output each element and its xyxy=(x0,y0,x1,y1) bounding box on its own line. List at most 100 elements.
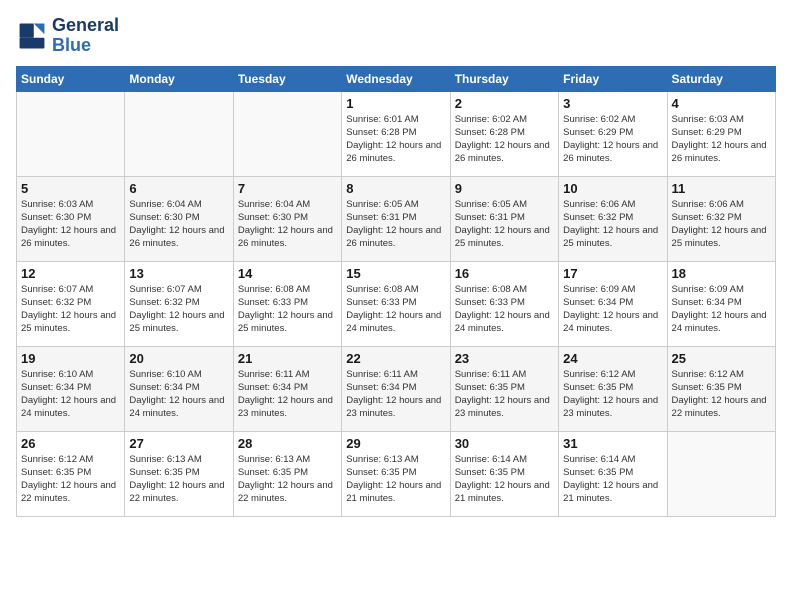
calendar-day-cell: 2 Sunrise: 6:02 AM Sunset: 6:28 PM Daylig… xyxy=(450,91,558,176)
day-number: 19 xyxy=(21,351,120,366)
day-number: 29 xyxy=(346,436,445,451)
day-info: Sunrise: 6:14 AM Sunset: 6:35 PM Dayligh… xyxy=(455,453,554,506)
calendar-day-cell xyxy=(667,431,775,516)
day-info: Sunrise: 6:13 AM Sunset: 6:35 PM Dayligh… xyxy=(238,453,337,506)
day-number: 7 xyxy=(238,181,337,196)
day-number: 1 xyxy=(346,96,445,111)
day-number: 17 xyxy=(563,266,662,281)
day-info: Sunrise: 6:11 AM Sunset: 6:34 PM Dayligh… xyxy=(346,368,445,421)
day-number: 25 xyxy=(672,351,771,366)
calendar-day-cell xyxy=(17,91,125,176)
day-info: Sunrise: 6:09 AM Sunset: 6:34 PM Dayligh… xyxy=(672,283,771,336)
day-info: Sunrise: 6:08 AM Sunset: 6:33 PM Dayligh… xyxy=(346,283,445,336)
day-of-week-header: Monday xyxy=(125,66,233,91)
day-number: 8 xyxy=(346,181,445,196)
day-of-week-header: Friday xyxy=(559,66,667,91)
calendar-day-cell: 20 Sunrise: 6:10 AM Sunset: 6:34 PM Dayli… xyxy=(125,346,233,431)
day-info: Sunrise: 6:01 AM Sunset: 6:28 PM Dayligh… xyxy=(346,113,445,166)
day-info: Sunrise: 6:06 AM Sunset: 6:32 PM Dayligh… xyxy=(672,198,771,251)
day-of-week-header: Sunday xyxy=(17,66,125,91)
day-number: 22 xyxy=(346,351,445,366)
day-info: Sunrise: 6:07 AM Sunset: 6:32 PM Dayligh… xyxy=(21,283,120,336)
day-number: 6 xyxy=(129,181,228,196)
day-number: 14 xyxy=(238,266,337,281)
day-info: Sunrise: 6:12 AM Sunset: 6:35 PM Dayligh… xyxy=(672,368,771,421)
day-of-week-header: Thursday xyxy=(450,66,558,91)
day-number: 28 xyxy=(238,436,337,451)
day-info: Sunrise: 6:03 AM Sunset: 6:30 PM Dayligh… xyxy=(21,198,120,251)
day-number: 24 xyxy=(563,351,662,366)
calendar-day-cell: 10 Sunrise: 6:06 AM Sunset: 6:32 PM Dayli… xyxy=(559,176,667,261)
calendar-day-cell: 31 Sunrise: 6:14 AM Sunset: 6:35 PM Dayli… xyxy=(559,431,667,516)
calendar-day-cell: 22 Sunrise: 6:11 AM Sunset: 6:34 PM Dayli… xyxy=(342,346,450,431)
calendar-week-row: 19 Sunrise: 6:10 AM Sunset: 6:34 PM Dayli… xyxy=(17,346,776,431)
calendar-day-cell: 9 Sunrise: 6:05 AM Sunset: 6:31 PM Daylig… xyxy=(450,176,558,261)
day-info: Sunrise: 6:11 AM Sunset: 6:35 PM Dayligh… xyxy=(455,368,554,421)
calendar-day-cell: 23 Sunrise: 6:11 AM Sunset: 6:35 PM Dayli… xyxy=(450,346,558,431)
calendar-day-cell: 25 Sunrise: 6:12 AM Sunset: 6:35 PM Dayli… xyxy=(667,346,775,431)
calendar-day-cell xyxy=(233,91,341,176)
page-header: General Blue xyxy=(16,16,776,56)
day-info: Sunrise: 6:09 AM Sunset: 6:34 PM Dayligh… xyxy=(563,283,662,336)
day-info: Sunrise: 6:07 AM Sunset: 6:32 PM Dayligh… xyxy=(129,283,228,336)
day-number: 9 xyxy=(455,181,554,196)
day-info: Sunrise: 6:13 AM Sunset: 6:35 PM Dayligh… xyxy=(129,453,228,506)
calendar-day-cell: 28 Sunrise: 6:13 AM Sunset: 6:35 PM Dayli… xyxy=(233,431,341,516)
logo-icon xyxy=(16,20,48,52)
day-info: Sunrise: 6:13 AM Sunset: 6:35 PM Dayligh… xyxy=(346,453,445,506)
day-info: Sunrise: 6:10 AM Sunset: 6:34 PM Dayligh… xyxy=(21,368,120,421)
day-info: Sunrise: 6:14 AM Sunset: 6:35 PM Dayligh… xyxy=(563,453,662,506)
calendar-day-cell: 26Sunrise: 6:12 AM Sunset: 6:35 PM Dayli… xyxy=(17,431,125,516)
day-of-week-header: Saturday xyxy=(667,66,775,91)
calendar-day-cell: 17 Sunrise: 6:09 AM Sunset: 6:34 PM Dayli… xyxy=(559,261,667,346)
calendar-day-cell: 13 Sunrise: 6:07 AM Sunset: 6:32 PM Dayli… xyxy=(125,261,233,346)
calendar-day-cell: 24 Sunrise: 6:12 AM Sunset: 6:35 PM Dayli… xyxy=(559,346,667,431)
calendar-day-cell: 1 Sunrise: 6:01 AM Sunset: 6:28 PM Daylig… xyxy=(342,91,450,176)
calendar-week-row: 12 Sunrise: 6:07 AM Sunset: 6:32 PM Dayli… xyxy=(17,261,776,346)
calendar-day-cell: 5 Sunrise: 6:03 AM Sunset: 6:30 PM Daylig… xyxy=(17,176,125,261)
calendar-day-cell: 27 Sunrise: 6:13 AM Sunset: 6:35 PM Dayli… xyxy=(125,431,233,516)
calendar-header-row: SundayMondayTuesdayWednesdayThursdayFrid… xyxy=(17,66,776,91)
day-number: 2 xyxy=(455,96,554,111)
day-number: 26 xyxy=(21,436,120,451)
calendar-day-cell: 6 Sunrise: 6:04 AM Sunset: 6:30 PM Daylig… xyxy=(125,176,233,261)
calendar-day-cell: 29 Sunrise: 6:13 AM Sunset: 6:35 PM Dayli… xyxy=(342,431,450,516)
day-info: Sunrise: 6:12 AM Sunset: 6:35 PM Dayligh… xyxy=(563,368,662,421)
day-info: Sunrise: 6:10 AM Sunset: 6:34 PM Dayligh… xyxy=(129,368,228,421)
day-info: Sunrise: 6:02 AM Sunset: 6:28 PM Dayligh… xyxy=(455,113,554,166)
day-number: 18 xyxy=(672,266,771,281)
day-number: 16 xyxy=(455,266,554,281)
day-info: Sunrise: 6:04 AM Sunset: 6:30 PM Dayligh… xyxy=(238,198,337,251)
day-number: 30 xyxy=(455,436,554,451)
logo-text-line1: General xyxy=(52,16,119,36)
calendar-table: SundayMondayTuesdayWednesdayThursdayFrid… xyxy=(16,66,776,517)
day-number: 13 xyxy=(129,266,228,281)
day-number: 3 xyxy=(563,96,662,111)
day-number: 23 xyxy=(455,351,554,366)
day-info: Sunrise: 6:08 AM Sunset: 6:33 PM Dayligh… xyxy=(238,283,337,336)
day-info: Sunrise: 6:03 AM Sunset: 6:29 PM Dayligh… xyxy=(672,113,771,166)
calendar-week-row: 5 Sunrise: 6:03 AM Sunset: 6:30 PM Daylig… xyxy=(17,176,776,261)
day-info: Sunrise: 6:05 AM Sunset: 6:31 PM Dayligh… xyxy=(346,198,445,251)
day-number: 5 xyxy=(21,181,120,196)
calendar-day-cell: 12 Sunrise: 6:07 AM Sunset: 6:32 PM Dayli… xyxy=(17,261,125,346)
day-info: Sunrise: 6:06 AM Sunset: 6:32 PM Dayligh… xyxy=(563,198,662,251)
day-number: 20 xyxy=(129,351,228,366)
day-number: 27 xyxy=(129,436,228,451)
day-info: Sunrise: 6:04 AM Sunset: 6:30 PM Dayligh… xyxy=(129,198,228,251)
calendar-day-cell xyxy=(125,91,233,176)
day-info: Sunrise: 6:08 AM Sunset: 6:33 PM Dayligh… xyxy=(455,283,554,336)
day-number: 11 xyxy=(672,181,771,196)
calendar-day-cell: 4Sunrise: 6:03 AM Sunset: 6:29 PM Daylig… xyxy=(667,91,775,176)
day-number: 10 xyxy=(563,181,662,196)
calendar-day-cell: 19 Sunrise: 6:10 AM Sunset: 6:34 PM Dayli… xyxy=(17,346,125,431)
day-number: 15 xyxy=(346,266,445,281)
day-number: 31 xyxy=(563,436,662,451)
calendar-day-cell: 16 Sunrise: 6:08 AM Sunset: 6:33 PM Dayli… xyxy=(450,261,558,346)
calendar-body: 1 Sunrise: 6:01 AM Sunset: 6:28 PM Daylig… xyxy=(17,91,776,516)
day-number: 12 xyxy=(21,266,120,281)
logo-text-line2: Blue xyxy=(52,36,119,56)
calendar-week-row: 1 Sunrise: 6:01 AM Sunset: 6:28 PM Daylig… xyxy=(17,91,776,176)
day-info: Sunrise: 6:05 AM Sunset: 6:31 PM Dayligh… xyxy=(455,198,554,251)
day-info: Sunrise: 6:02 AM Sunset: 6:29 PM Dayligh… xyxy=(563,113,662,166)
